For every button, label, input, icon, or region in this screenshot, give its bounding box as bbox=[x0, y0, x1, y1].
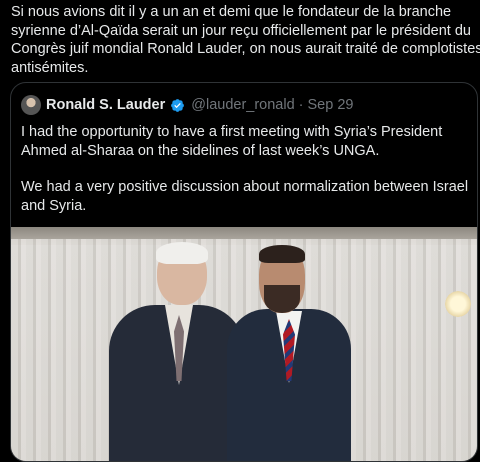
separator: · bbox=[298, 97, 304, 113]
verified-badge-icon bbox=[171, 98, 185, 112]
post-text-line: Si nous avions dit il y a un an et demi … bbox=[11, 4, 452, 20]
quoted-paragraph-2: We had a very positive discussion about … bbox=[21, 178, 471, 215]
quoted-text-line: We had a very positive discussion about … bbox=[21, 179, 469, 195]
person-right-beard bbox=[264, 285, 300, 313]
post-text: Si nous avions dit il y a un an et demi … bbox=[11, 3, 480, 77]
lamp bbox=[443, 289, 473, 319]
post-photo[interactable] bbox=[11, 227, 477, 461]
post-text-line: syrienne d’Al-Qaïda serait un jour reçu … bbox=[11, 22, 471, 39]
quoted-text-line: I had the opportunity to have a first me… bbox=[21, 124, 443, 140]
quoted-text-line: and Syria. bbox=[21, 197, 87, 214]
avatar[interactable] bbox=[21, 95, 41, 115]
post-text-line: Congrès juif mondial Ronald Lauder, on n… bbox=[11, 41, 480, 57]
post-date[interactable]: Sep 29 bbox=[308, 97, 354, 113]
person-left-hair bbox=[156, 242, 208, 264]
quoted-post-header: Ronald S. Lauder @lauder_ronald · Sep 29 bbox=[21, 95, 353, 115]
quoted-post-text: I had the opportunity to have a first me… bbox=[21, 123, 471, 215]
post-text-line: antisémites. bbox=[11, 59, 89, 76]
author-name[interactable]: Ronald S. Lauder bbox=[46, 97, 165, 113]
quoted-paragraph-1: I had the opportunity to have a first me… bbox=[21, 123, 471, 160]
author-handle[interactable]: @lauder_ronald bbox=[191, 97, 294, 113]
quoted-text-line: Ahmed al-Sharaa on the sidelines of last… bbox=[21, 142, 380, 159]
quoted-post-card[interactable]: Ronald S. Lauder @lauder_ronald · Sep 29… bbox=[10, 82, 478, 462]
person-right-hair bbox=[259, 245, 305, 263]
